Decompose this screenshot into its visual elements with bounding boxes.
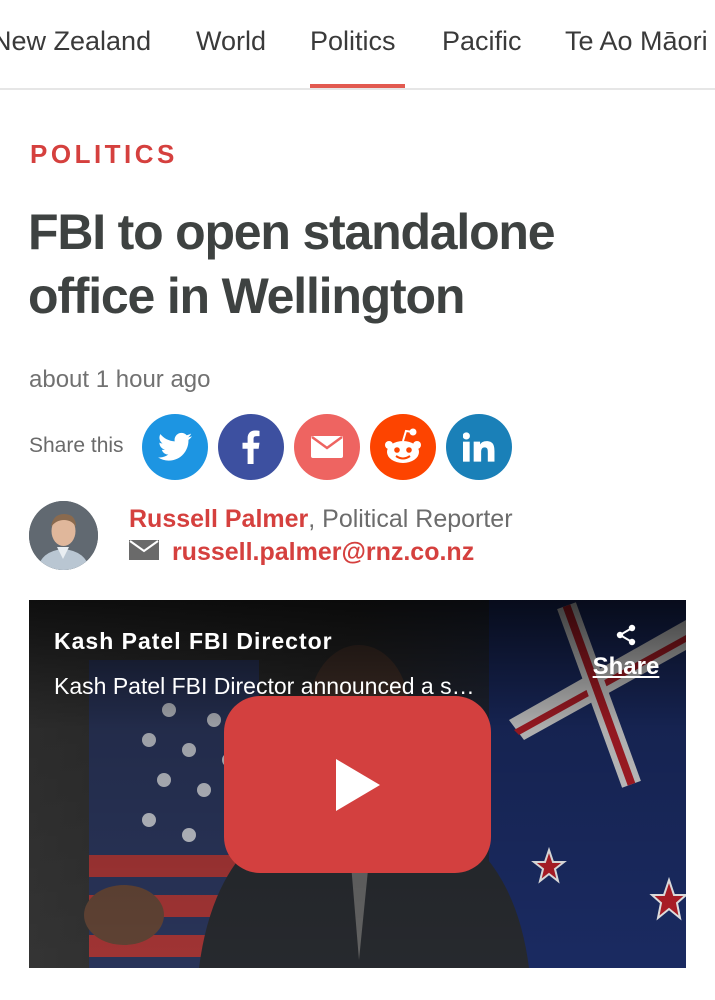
author-byline: Russell Palmer, Political Reporter bbox=[129, 505, 513, 534]
author-email-link[interactable]: russell.palmer@rnz.co.nz bbox=[172, 538, 474, 566]
author-name[interactable]: Russell Palmer bbox=[129, 505, 308, 533]
share-facebook-button[interactable] bbox=[218, 414, 284, 480]
video-player[interactable]: Kash Patel FBI Director Kash Patel FBI D… bbox=[29, 600, 686, 968]
play-button[interactable] bbox=[224, 696, 491, 873]
author-avatar[interactable] bbox=[29, 501, 98, 570]
active-tab-indicator bbox=[310, 84, 405, 88]
headline-line-1: FBI to open standalone bbox=[28, 204, 556, 260]
facebook-icon bbox=[242, 430, 260, 464]
share-twitter-button[interactable] bbox=[142, 414, 208, 480]
author-email-row: russell.palmer@rnz.co.nz bbox=[129, 538, 474, 567]
reddit-icon bbox=[385, 428, 421, 463]
nav-item-pacific[interactable]: Pacific bbox=[442, 26, 522, 57]
video-share-button[interactable]: Share bbox=[589, 624, 663, 681]
envelope-icon bbox=[129, 540, 159, 560]
share-email-button[interactable] bbox=[294, 414, 360, 480]
share-linkedin-button[interactable] bbox=[446, 414, 512, 480]
top-nav: New Zealand World Politics Pacific Te Ao… bbox=[0, 0, 715, 90]
nav-item-politics[interactable]: Politics bbox=[310, 26, 396, 57]
headline-line-2: office in Wellington bbox=[28, 268, 465, 324]
share-reddit-button[interactable] bbox=[370, 414, 436, 480]
email-icon bbox=[311, 436, 343, 458]
nav-item-te-ao-maori[interactable]: Te Ao Māori bbox=[565, 26, 708, 57]
linkedin-icon bbox=[463, 432, 495, 462]
share-label: Share this bbox=[29, 434, 124, 457]
twitter-icon bbox=[158, 432, 192, 461]
video-title: Kash Patel FBI Director bbox=[54, 628, 333, 654]
share-icon bbox=[616, 624, 636, 646]
nav-item-world[interactable]: World bbox=[196, 26, 266, 57]
nav-item-new-zealand[interactable]: New Zealand bbox=[0, 26, 151, 57]
section-label[interactable]: POLITICS bbox=[30, 139, 178, 170]
article-timestamp: about 1 hour ago bbox=[29, 366, 211, 393]
author-role: Political Reporter bbox=[322, 505, 513, 533]
play-icon bbox=[335, 758, 380, 811]
article-headline: FBI to open standalone office in Welling… bbox=[28, 200, 688, 328]
byline-separator: , bbox=[308, 505, 323, 533]
video-share-label: Share bbox=[592, 653, 660, 680]
